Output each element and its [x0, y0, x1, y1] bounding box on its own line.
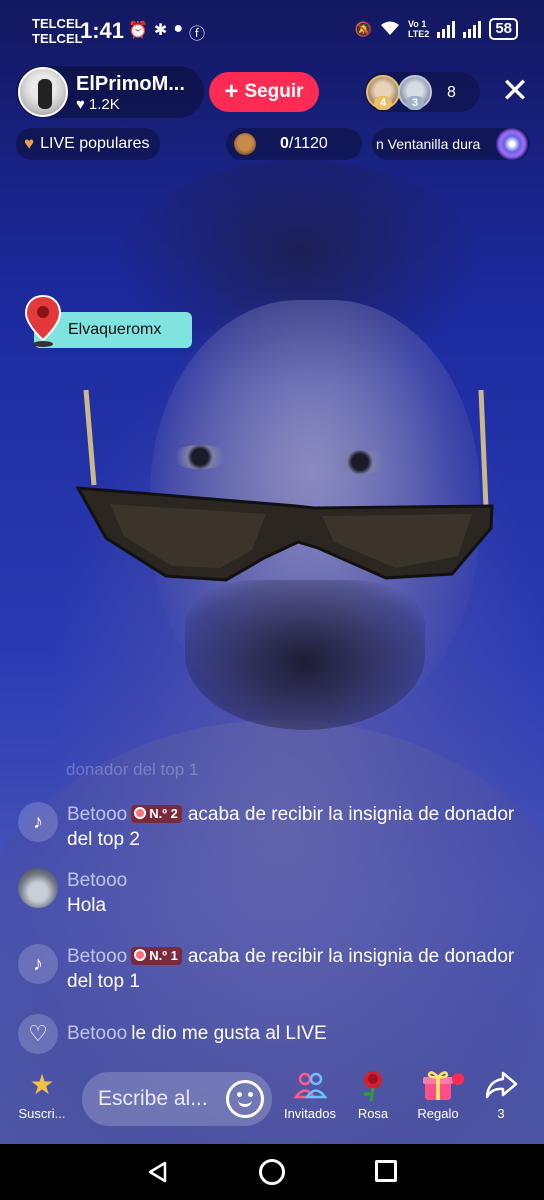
tiktok-icon: ♪ [18, 944, 58, 984]
sim-number: 1 [421, 19, 427, 29]
chat-message-text: Betooo Hola [67, 868, 517, 918]
clock: 1:41 [80, 18, 125, 43]
lte-label: LTE2 [407, 29, 430, 39]
user-avatar[interactable] [18, 868, 58, 908]
chat-username[interactable]: Betooo [67, 804, 127, 825]
event-ticker[interactable]: n Ventanilla dura [372, 128, 530, 160]
chat-username[interactable]: Betooo [67, 1023, 127, 1044]
emoji-mouth [238, 1098, 252, 1107]
subscribe-label: Suscri... [18, 1106, 66, 1121]
badge-clock-icon [134, 807, 147, 819]
gift-label: Regalo [417, 1106, 459, 1121]
guests-icon [293, 1068, 328, 1102]
emoji-icon[interactable] [226, 1080, 264, 1118]
volte-label: Vo [407, 19, 419, 29]
share-button[interactable]: 3 [478, 1068, 524, 1121]
rose-gift-button[interactable]: Rosa [346, 1068, 400, 1121]
follow-label: Seguir [244, 81, 304, 102]
location-sticker-label: Elvaqueromx [68, 321, 162, 338]
goal-target: /1120 [288, 135, 328, 152]
recent-apps-icon[interactable] [375, 1160, 397, 1182]
close-icon[interactable]: ✕ [498, 74, 532, 110]
rose-icon [356, 1068, 390, 1102]
carrier-2: TELCEL [32, 31, 83, 46]
goal-current: 0 [280, 135, 289, 152]
status-bar: TELCEL TELCEL 1:41 ⏰ ✱ ● ⓕ 🔕 Vo 1 LTE2 5… [0, 0, 544, 60]
sunglasses-filter [76, 389, 494, 582]
gift-goal-pill[interactable]: 0/1120 [226, 128, 362, 160]
map-pin-icon [24, 294, 62, 347]
host-avatar[interactable] [18, 67, 68, 117]
signal-2-icon [463, 20, 482, 38]
facebook-icon: ⓕ [189, 26, 206, 43]
alarm-icon: ⏰ [128, 22, 148, 39]
share-count: 3 [497, 1106, 505, 1121]
mute-bell-icon: 🔕 [354, 20, 372, 37]
heart-icon: ♥ [76, 96, 85, 113]
plus-icon: + [224, 78, 239, 105]
network-type-label: Vo 1 LTE2 [408, 19, 429, 39]
chat-message[interactable]: ♪ Betooo N.º 1 acaba de recibir la insigni… [18, 944, 518, 996]
top-donor-badge: N.º 2 [131, 805, 182, 823]
host-name[interactable]: ElPrimoM... [76, 73, 198, 96]
back-icon[interactable] [146, 1160, 170, 1184]
carrier-1: TELCEL [32, 16, 83, 31]
chat-message-body: Hola [67, 895, 107, 916]
video-beard [185, 580, 425, 730]
chat-username[interactable]: Betooo [67, 946, 127, 967]
live-popular-label: LIVE populares [40, 135, 150, 152]
bluetooth-icon: ✱ [153, 22, 168, 39]
guests-label: Invitados [283, 1106, 337, 1121]
live-popular-badge[interactable]: ♥ LIVE populares [16, 128, 160, 160]
system-navigation-bar [0, 1144, 544, 1200]
top-viewer-rank-1: 4 [374, 96, 392, 110]
rose-label: Rosa [357, 1106, 389, 1121]
chat-message-text: Betooo le dio me gusta al LIVE [67, 1021, 517, 1046]
share-arrow-icon [484, 1068, 518, 1102]
badge-clock-icon [134, 949, 147, 961]
gift-box-icon [421, 1068, 455, 1102]
battery-icon: 58 [489, 18, 518, 40]
home-icon[interactable] [259, 1159, 285, 1185]
broken-heart-icon: ♥ [24, 134, 35, 153]
subscribe-button[interactable]: ★ Suscri... [10, 1068, 74, 1121]
host-likes-count: 1.2K [88, 96, 120, 113]
chat-message-body: le dio me gusta al LIVE [131, 1023, 327, 1044]
ticker-text: n Ventanilla dura [376, 136, 481, 152]
guests-button[interactable]: Invitados [278, 1068, 342, 1121]
wifi-icon [380, 20, 400, 39]
badge-label: N.º 1 [149, 948, 178, 963]
top-donor-badge: N.º 1 [131, 947, 182, 965]
comment-input-placeholder[interactable]: Escribe al... [98, 1087, 208, 1111]
chat-message-text: Betooo N.º 1 acaba de recibir la insignia … [67, 944, 517, 994]
host-likes: ♥ 1.2K [76, 96, 120, 113]
galaxy-gift-icon [496, 128, 528, 160]
chat-message[interactable]: ♪ Betooo N.º 2 acaba de recibir la insigni… [18, 802, 518, 854]
top-viewer-rank-2: 3 [406, 96, 424, 110]
gift-notification-dot [452, 1073, 464, 1085]
badge-label: N.º 2 [149, 806, 178, 821]
chat-message-text: Betooo N.º 2 acaba de recibir la insignia … [67, 802, 517, 852]
star-icon: ★ [29, 1069, 55, 1100]
teddy-bear-icon [234, 133, 256, 155]
carrier-labels: TELCEL TELCEL [32, 16, 83, 46]
signal-1-icon [437, 20, 456, 38]
chat-bubble-icon: ● [173, 20, 183, 37]
viewer-count[interactable]: 8 [447, 84, 456, 102]
heart-outline-icon: ♡ [18, 1014, 58, 1054]
chat-message[interactable]: Betooo Hola [18, 868, 518, 920]
chat-username[interactable]: Betooo [67, 868, 513, 893]
chat-faded-message: donador del top 1 [66, 760, 199, 779]
notification-icons: ⏰ ✱ ● ⓕ [128, 20, 205, 44]
tiktok-icon: ♪ [18, 802, 58, 842]
chat-message[interactable]: ♡ Betooo le dio me gusta al LIVE [18, 1014, 518, 1054]
follow-button[interactable]: + Seguir [209, 72, 319, 112]
system-icons: 🔕 Vo 1 LTE2 58 [355, 18, 518, 40]
